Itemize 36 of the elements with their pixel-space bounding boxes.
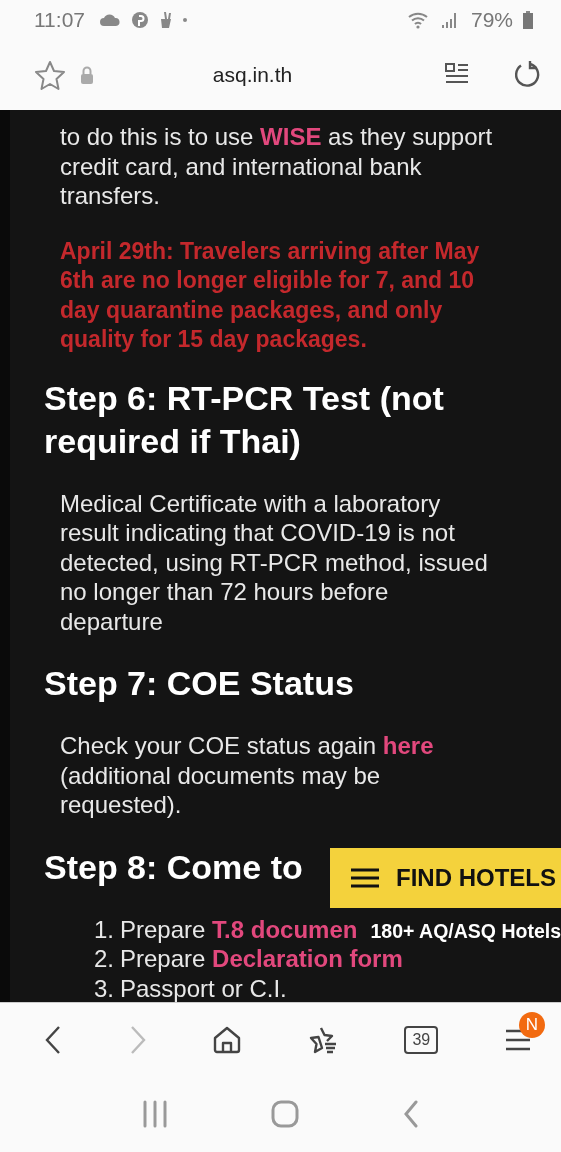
- paragraph: Medical Certificate with a laboratory result indicating that COVID-19 is not detected, using RT-PCR method, issued no longer than 72 hours before departure: [60, 488, 489, 636]
- signal-icon: [440, 11, 459, 29]
- section-heading: Step 8: Come to: [44, 846, 303, 888]
- list-number: 2.: [94, 944, 114, 974]
- list-number: 1.: [94, 914, 114, 944]
- recent-apps-icon[interactable]: [141, 1100, 168, 1128]
- clock-time: 11:07: [34, 8, 85, 32]
- battery-percent: 79%: [470, 8, 513, 32]
- url-text[interactable]: asq.in.th: [108, 63, 397, 87]
- list-item-text: Prepare Declaration form: [120, 944, 403, 974]
- link[interactable]: T.8 documen: [212, 915, 358, 943]
- paragraph: to do this is to use WISE as they support credit card, and international bank transfers.: [60, 122, 494, 211]
- link[interactable]: WISE: [260, 123, 322, 150]
- home-icon[interactable]: [213, 1025, 242, 1054]
- section-heading: Step 7: COE Status: [44, 663, 354, 704]
- back-icon[interactable]: [44, 1024, 62, 1055]
- paragraph: Check your COE status again here (additional documents may be requested).: [60, 731, 435, 820]
- cloud-icon: [99, 13, 121, 27]
- hand-icon: [159, 11, 173, 29]
- dot-icon: [183, 18, 187, 22]
- battery-icon: [523, 11, 533, 29]
- notification-badge: N: [518, 1011, 545, 1038]
- link[interactable]: Declaration form: [212, 945, 403, 972]
- reload-icon[interactable]: [513, 61, 541, 89]
- notice-text: April 29th: Travelers arriving after May 6th are no longer eligible for 7, and 10 day quarantine packages, and only quality for 15 day packages.: [60, 236, 481, 354]
- list-item-text: Passport or C.I.: [120, 973, 287, 1002]
- section-heading: Step 6: RT-PCR Test (not required if Thai): [44, 377, 445, 462]
- hotels-caption: 180+ AQ/ASQ Hotels: [370, 920, 561, 942]
- star-icon[interactable]: [34, 60, 66, 90]
- tabs-button[interactable]: 39: [404, 1025, 439, 1054]
- list-item-text: Prepare T.8 documen: [120, 914, 358, 944]
- find-hotels-button[interactable]: FIND HOTELS: [330, 848, 561, 908]
- link[interactable]: here: [382, 732, 434, 759]
- menu-icon: [350, 868, 380, 888]
- lock-icon: [80, 66, 94, 84]
- list-number: 3.: [94, 973, 114, 1002]
